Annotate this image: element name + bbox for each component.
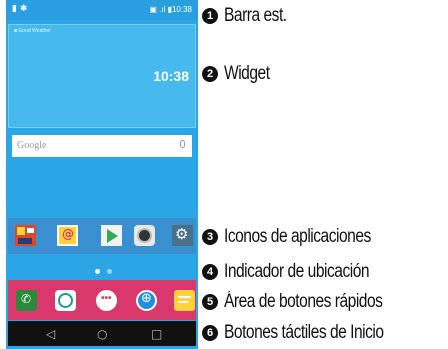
play-store-icon[interactable]	[101, 225, 122, 246]
callout-number: 2	[202, 66, 218, 82]
quick-buttons-area: ✆ ••• ⊕	[8, 280, 196, 320]
callout-label: Widget	[224, 63, 270, 84]
callout-status-bar: 1 Barra est.	[202, 5, 300, 26]
app-icons-row: @ ⚙	[8, 218, 196, 254]
callout-label: Barra est.	[224, 5, 287, 26]
messaging-app-icon[interactable]	[174, 290, 195, 311]
phone-app-icon[interactable]: ✆	[16, 290, 37, 311]
status-bar[interactable]: ▮ ✱ ▣ .ıl ▮10:38	[6, 0, 198, 20]
home-button-icon[interactable]: ○	[97, 327, 107, 341]
browser-globe-icon[interactable]: ⊕	[136, 290, 157, 311]
callout-label: Iconos de aplicaciones	[224, 226, 371, 247]
callout-number: 4	[202, 264, 218, 280]
callout-number: 6	[202, 325, 218, 341]
camera-app-icon[interactable]	[134, 225, 155, 246]
clock-widget[interactable]: ■ Good Weather 10:38	[8, 24, 196, 128]
widget-caption: ■ Good Weather	[14, 28, 51, 34]
contacts-app-icon[interactable]	[55, 290, 76, 311]
mic-icon[interactable]	[180, 140, 185, 148]
callout-label: Botones táctiles de Inicio	[224, 322, 384, 343]
callout-label: Área de botones rápidos	[224, 291, 383, 312]
status-icons-left: ▮ ✱	[12, 4, 28, 14]
callout-quick-buttons: 5 Área de botones rápidos	[202, 291, 417, 312]
callout-label: Indicador de ubicación	[224, 261, 370, 282]
settings-gear-icon[interactable]: ⚙	[172, 225, 193, 246]
callout-app-icons: 3 Iconos de aplicaciones	[202, 226, 403, 247]
apps-drawer-icon[interactable]: •••	[96, 290, 117, 311]
callout-home-touch-buttons: 6 Botones táctiles de Inicio	[202, 322, 419, 343]
widget-clock: 10:38	[153, 68, 189, 84]
callout-location-indicator: 4 Indicador de ubicación	[202, 261, 401, 282]
page-dot[interactable]	[107, 269, 112, 274]
calendar-app-icon[interactable]	[15, 225, 36, 246]
email-app-icon[interactable]: @	[57, 225, 78, 246]
search-label: Google	[17, 140, 47, 151]
page-location-indicator	[82, 266, 124, 276]
callout-number: 3	[202, 229, 218, 245]
google-search-bar[interactable]: Google	[12, 135, 192, 157]
page-dot-active[interactable]	[95, 269, 100, 274]
callout-number: 5	[202, 294, 218, 310]
callout-widget: 2 Widget	[202, 63, 280, 84]
phone-screen: ▮ ✱ ▣ .ıl ▮10:38 ■ Good Weather 10:38 Go…	[6, 0, 198, 349]
recent-apps-button-icon[interactable]: □	[151, 327, 162, 341]
back-button-icon[interactable]: ◁	[46, 327, 55, 341]
home-touch-buttons: ◁ ○ □	[8, 321, 196, 346]
status-icons-right: ▣ .ıl ▮10:38	[149, 5, 192, 14]
callout-number: 1	[202, 8, 218, 24]
